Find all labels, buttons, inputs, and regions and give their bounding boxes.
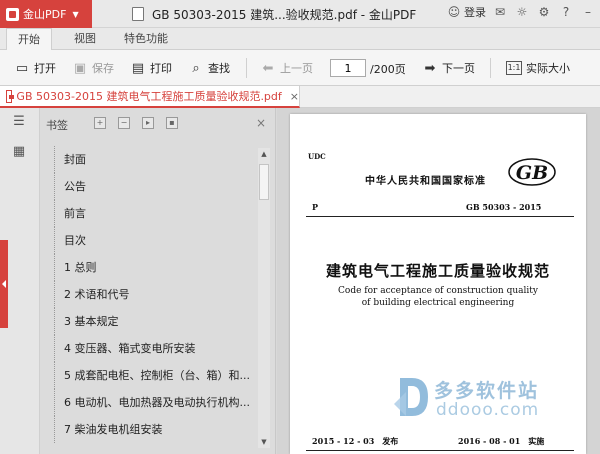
expand-all-icon[interactable]: +: [94, 117, 106, 129]
udc-label: UDC: [308, 152, 326, 161]
skin-icon[interactable]: ☼: [514, 4, 530, 20]
bookmark-item[interactable]: 公告: [50, 173, 255, 200]
arrow-right-icon: ➡: [424, 60, 436, 76]
bookmark-item[interactable]: 目次: [50, 227, 255, 254]
menu-list-icon[interactable]: ☰: [11, 114, 27, 129]
toolbar-divider: [246, 58, 247, 78]
prev-page-button[interactable]: ⬅ 上一页: [260, 59, 313, 77]
document-icon: [132, 7, 144, 21]
collapse-panel-handle[interactable]: [0, 240, 8, 328]
open-label: 打开: [34, 62, 56, 75]
delete-bookmark-icon[interactable]: ▪: [166, 117, 178, 129]
bookmark-panel-icon[interactable]: ▦: [11, 144, 27, 159]
gb-logo-text: GB: [516, 162, 548, 184]
bookmark-item[interactable]: 2 术语和代号: [50, 281, 255, 308]
page-divider: [306, 216, 574, 217]
print-button[interactable]: ▤ 打印: [130, 59, 172, 77]
site-watermark: 多多软件站 ddooo.com: [392, 374, 562, 422]
document-tab[interactable]: GB 50303-2015 建筑电气工程施工质量验收规范.pdf ×: [0, 86, 300, 108]
login-label: 登录: [464, 6, 486, 19]
login-button[interactable]: ☺ 登录: [446, 4, 486, 20]
app-menu-button[interactable]: 金山PDF ▼: [0, 0, 92, 28]
window-title: GB 50303-2015 建筑...验收规范.pdf - 金山PDF: [152, 8, 417, 22]
title-bar: 金山PDF ▼ GB 50303-2015 建筑...验收规范.pdf - 金山…: [0, 0, 600, 28]
toolbar: ▭ 打开 ▣ 保存 ▤ 打印 ⌕ 查找 ⬅ 上一页 /200页 ➡ 下一页 1:…: [0, 50, 600, 86]
settings-icon[interactable]: ⚙: [536, 4, 552, 20]
national-standard-heading: 中华人民共和国国家标准: [365, 176, 486, 187]
bookmark-panel-header: 书签 + − ▸ ▪ ×: [40, 108, 276, 136]
actual-size-label: 实际大小: [526, 62, 570, 75]
toolbar-divider: [490, 58, 491, 78]
print-label: 打印: [150, 62, 172, 75]
left-nav-strip: ☰ ▦: [0, 108, 40, 454]
scroll-down-icon[interactable]: ▼: [258, 436, 270, 448]
next-page-button[interactable]: ➡ 下一页: [422, 59, 475, 77]
bookmark-item[interactable]: 7 柴油发电机组安装: [50, 416, 255, 443]
watermark-logo: [394, 378, 428, 416]
issue-date: 2015 - 12 - 03 发布: [312, 436, 399, 446]
scroll-thumb[interactable]: [259, 164, 269, 200]
implement-date: 2016 - 08 - 01 实施: [458, 436, 545, 446]
save-label: 保存: [92, 62, 114, 75]
actual-size-button[interactable]: 1:1 实际大小: [506, 59, 570, 77]
english-title-line-2: of building electrical engineering: [361, 298, 515, 308]
app-brand-label: 金山PDF: [23, 8, 67, 21]
find-button[interactable]: ⌕ 查找: [188, 59, 230, 77]
printer-icon: ▤: [131, 60, 145, 76]
bookmark-list: 封面 公告 前言 目次 1 总则 2 术语和代号 3 基本规定 4 变压器、箱式…: [50, 146, 255, 454]
standard-number: GB 50303 - 2015: [466, 202, 542, 212]
chevron-down-icon: ▼: [72, 9, 79, 19]
page-divider: [306, 450, 574, 451]
save-button[interactable]: ▣ 保存: [72, 59, 114, 77]
ribbon-tabs: 开始 视图 特色功能: [0, 28, 600, 51]
open-button[interactable]: ▭ 打开: [14, 59, 56, 77]
actual-size-icon: 1:1: [506, 61, 522, 75]
tab-start[interactable]: 开始: [6, 28, 52, 51]
document-tab-bar: GB 50303-2015 建筑电气工程施工质量验收规范.pdf ×: [0, 86, 600, 108]
app-logo-icon: [6, 7, 19, 21]
find-label: 查找: [208, 62, 230, 75]
app-window: 金山PDF ▼ GB 50303-2015 建筑...验收规范.pdf - 金山…: [0, 0, 600, 454]
pdf-file-icon: [6, 89, 15, 103]
user-icon: ☺: [447, 5, 461, 19]
watermark-text: 多多软件站: [434, 380, 540, 402]
add-bookmark-icon[interactable]: ▸: [142, 117, 154, 129]
bookmark-item[interactable]: 1 总则: [50, 254, 255, 281]
prev-page-label: 上一页: [280, 62, 313, 75]
bookmark-item[interactable]: 封面: [50, 146, 255, 173]
bookmark-panel-title: 书签: [46, 119, 68, 132]
arrow-left-icon: ⬅: [262, 60, 274, 76]
folder-open-icon: ▭: [15, 60, 29, 76]
page-total-label: /200页: [370, 63, 406, 76]
bookmark-panel: 书签 + − ▸ ▪ × 封面 公告 前言 目次 1 总则 2 术语和代号 3 …: [40, 108, 276, 454]
titlebar-actions: ☺ 登录 ✉ ☼ ⚙ ? –: [446, 4, 596, 20]
tab-view[interactable]: 视图: [62, 28, 108, 50]
bookmark-item[interactable]: 6 电动机、电加热器及电动执行机构...: [50, 389, 255, 416]
save-icon: ▣: [73, 60, 87, 76]
close-panel-icon[interactable]: ×: [256, 116, 266, 130]
collapse-all-icon[interactable]: −: [118, 117, 130, 129]
tab-features[interactable]: 特色功能: [112, 28, 180, 50]
help-icon[interactable]: ?: [558, 4, 574, 20]
watermark-url: ddooo.com: [436, 400, 540, 420]
search-icon: ⌕: [192, 60, 200, 76]
message-icon[interactable]: ✉: [492, 4, 508, 20]
bookmark-item[interactable]: 4 变压器、箱式变电所安装: [50, 335, 255, 362]
bookmark-scrollbar[interactable]: ▲ ▼: [258, 148, 270, 448]
minimize-icon[interactable]: –: [580, 4, 596, 20]
bookmark-item[interactable]: 前言: [50, 200, 255, 227]
bookmark-item[interactable]: 5 成套配电柜、控制柜（台、箱）和...: [50, 362, 255, 389]
next-page-label: 下一页: [442, 62, 475, 75]
document-main-title: 建筑电气工程施工质量验收规范: [325, 262, 550, 280]
close-tab-icon[interactable]: ×: [290, 90, 299, 103]
english-title-line-1: Code for acceptance of construction qual…: [338, 286, 538, 296]
gb-logo: GB: [508, 158, 556, 186]
category-label: P: [312, 202, 319, 212]
page-number-input[interactable]: [330, 59, 366, 77]
document-tab-label: GB 50303-2015 建筑电气工程施工质量验收规范.pdf: [16, 90, 282, 103]
bookmark-item[interactable]: 3 基本规定: [50, 308, 255, 335]
scroll-up-icon[interactable]: ▲: [258, 148, 270, 160]
